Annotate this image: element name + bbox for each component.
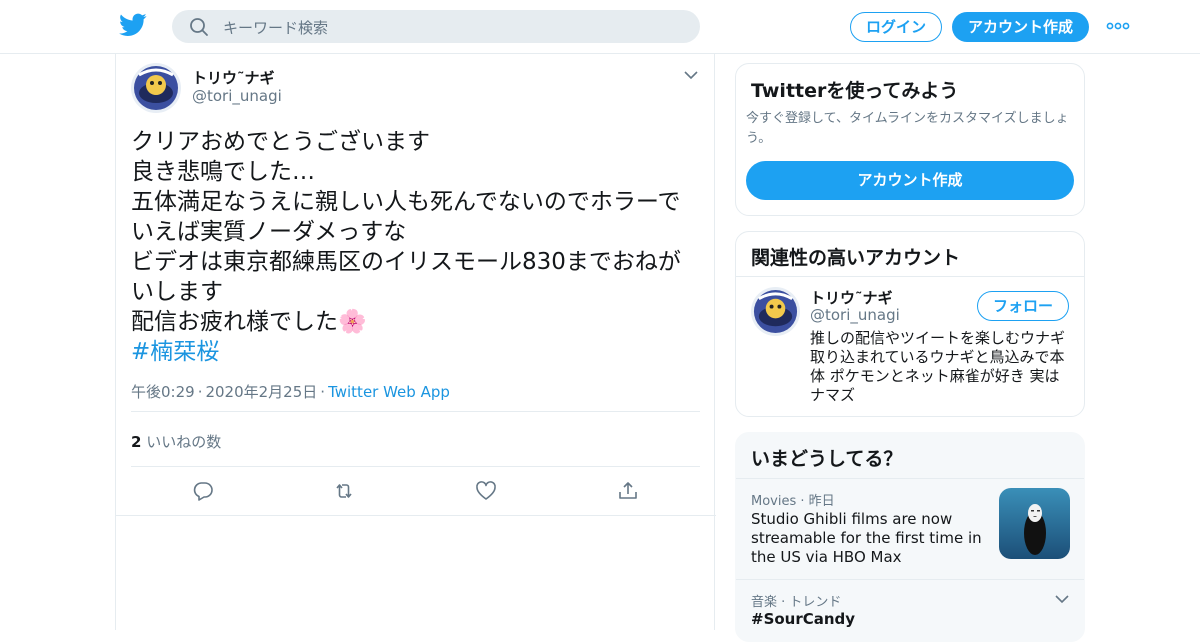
- related-accounts-card: 関連性の高いアカウント トリウ˜ナギ @tori_unagi フォロー 推しの配…: [735, 231, 1085, 417]
- tweet-line: 配信お疲れ様でした🌸: [131, 309, 367, 335]
- login-button[interactable]: ログイン: [850, 12, 942, 42]
- tweet-metadata: 午後0:29 · 2020年2月25日 · Twitter Web App: [131, 383, 450, 401]
- divider: [736, 478, 1084, 479]
- trend-title[interactable]: Studio Ghibli films are now streamable f…: [751, 510, 986, 567]
- trends-title: いまどうしてる？: [751, 448, 903, 470]
- search-icon: [190, 18, 208, 36]
- more-menu-icon[interactable]: [1106, 20, 1130, 32]
- like-label: いいねの数: [146, 433, 222, 451]
- related-accounts-title: 関連性の高いアカウント: [751, 247, 961, 269]
- create-account-button[interactable]: アカウント作成: [746, 161, 1074, 200]
- divider: [131, 411, 700, 412]
- avatar[interactable]: [751, 287, 800, 336]
- account-name[interactable]: トリウ˜ナギ: [810, 287, 893, 308]
- avatar[interactable]: [131, 63, 181, 113]
- trend-time: 昨日: [808, 494, 835, 509]
- tweet-text: クリアおめでとうございます 良き悲鳴でした… 五体満足なうえに親しい人も死んでな…: [131, 127, 703, 367]
- divider: [736, 276, 1084, 277]
- tweet-date[interactable]: 2020年2月25日: [205, 383, 317, 401]
- trends-card: いまどうしてる？ Movies · 昨日 Studio Ghibli films…: [735, 432, 1085, 642]
- tweet-line: 五体満足なうえに親しい人も死んでないのでホラーで: [131, 189, 681, 215]
- tweet-line: いします: [131, 279, 223, 305]
- like-count: 2: [131, 433, 142, 451]
- retweet-icon[interactable]: [333, 480, 355, 502]
- divider: [116, 515, 716, 516]
- account-handle[interactable]: @tori_unagi: [810, 306, 900, 324]
- reply-icon[interactable]: [192, 480, 214, 502]
- tweet-actions: [116, 480, 716, 504]
- trend-title[interactable]: #SourCandy: [751, 610, 855, 628]
- divider: [131, 466, 700, 467]
- tweet-detail: トリウ˜ナギ @tori_unagi クリアおめでとうございます 良き悲鳴でした…: [115, 54, 716, 630]
- signup-card: Twitterを使ってみよう 今すぐ登録して、タイムラインをカスタマイズしましょ…: [735, 63, 1085, 216]
- tweet-line: 良き悲鳴でした…: [131, 159, 315, 185]
- search-placeholder: キーワード検索: [223, 19, 329, 37]
- divider: [736, 579, 1084, 580]
- chevron-down-icon[interactable]: [1055, 594, 1069, 604]
- trend-thumbnail[interactable]: [999, 488, 1070, 559]
- tweet-line: クリアおめでとうございます: [131, 129, 430, 155]
- trend-meta: 音楽 · トレンド: [751, 595, 842, 610]
- signup-button[interactable]: アカウント作成: [952, 12, 1089, 42]
- tweet-source[interactable]: Twitter Web App: [328, 383, 450, 401]
- twitter-bird-logo-icon[interactable]: [119, 13, 147, 37]
- like-icon[interactable]: [475, 480, 497, 502]
- follow-button[interactable]: フォロー: [977, 291, 1069, 321]
- signup-card-title: Twitterを使ってみよう: [751, 80, 959, 102]
- top-bar: キーワード検索 ログイン アカウント作成: [0, 0, 1200, 54]
- hashtag-link[interactable]: #楠栞桜: [131, 337, 703, 367]
- author-handle[interactable]: @tori_unagi: [192, 87, 282, 105]
- trend-meta: Movies · 昨日: [751, 494, 835, 509]
- trend-category: Movies: [751, 494, 797, 509]
- author-name[interactable]: トリウ˜ナギ: [192, 67, 275, 88]
- share-icon[interactable]: [617, 480, 639, 502]
- signup-card-description: 今すぐ登録して、タイムラインをカスタマイズしましょう。: [746, 111, 1069, 146]
- chevron-down-icon[interactable]: [684, 70, 698, 80]
- search-bar[interactable]: キーワード検索: [172, 10, 700, 43]
- tweet-time[interactable]: 午後0:29: [131, 383, 195, 401]
- account-bio: 推しの配信やツイートを楽しむウナギ 取り込まれているウナギと鳥込みで本体 ポケモ…: [810, 329, 1066, 404]
- tweet-line: いえば実質ノーダメっすな: [131, 219, 407, 245]
- tweet-line: ビデオは東京都練馬区のイリスモール830までおねが: [131, 249, 681, 275]
- like-stats[interactable]: 2 いいねの数: [131, 431, 221, 452]
